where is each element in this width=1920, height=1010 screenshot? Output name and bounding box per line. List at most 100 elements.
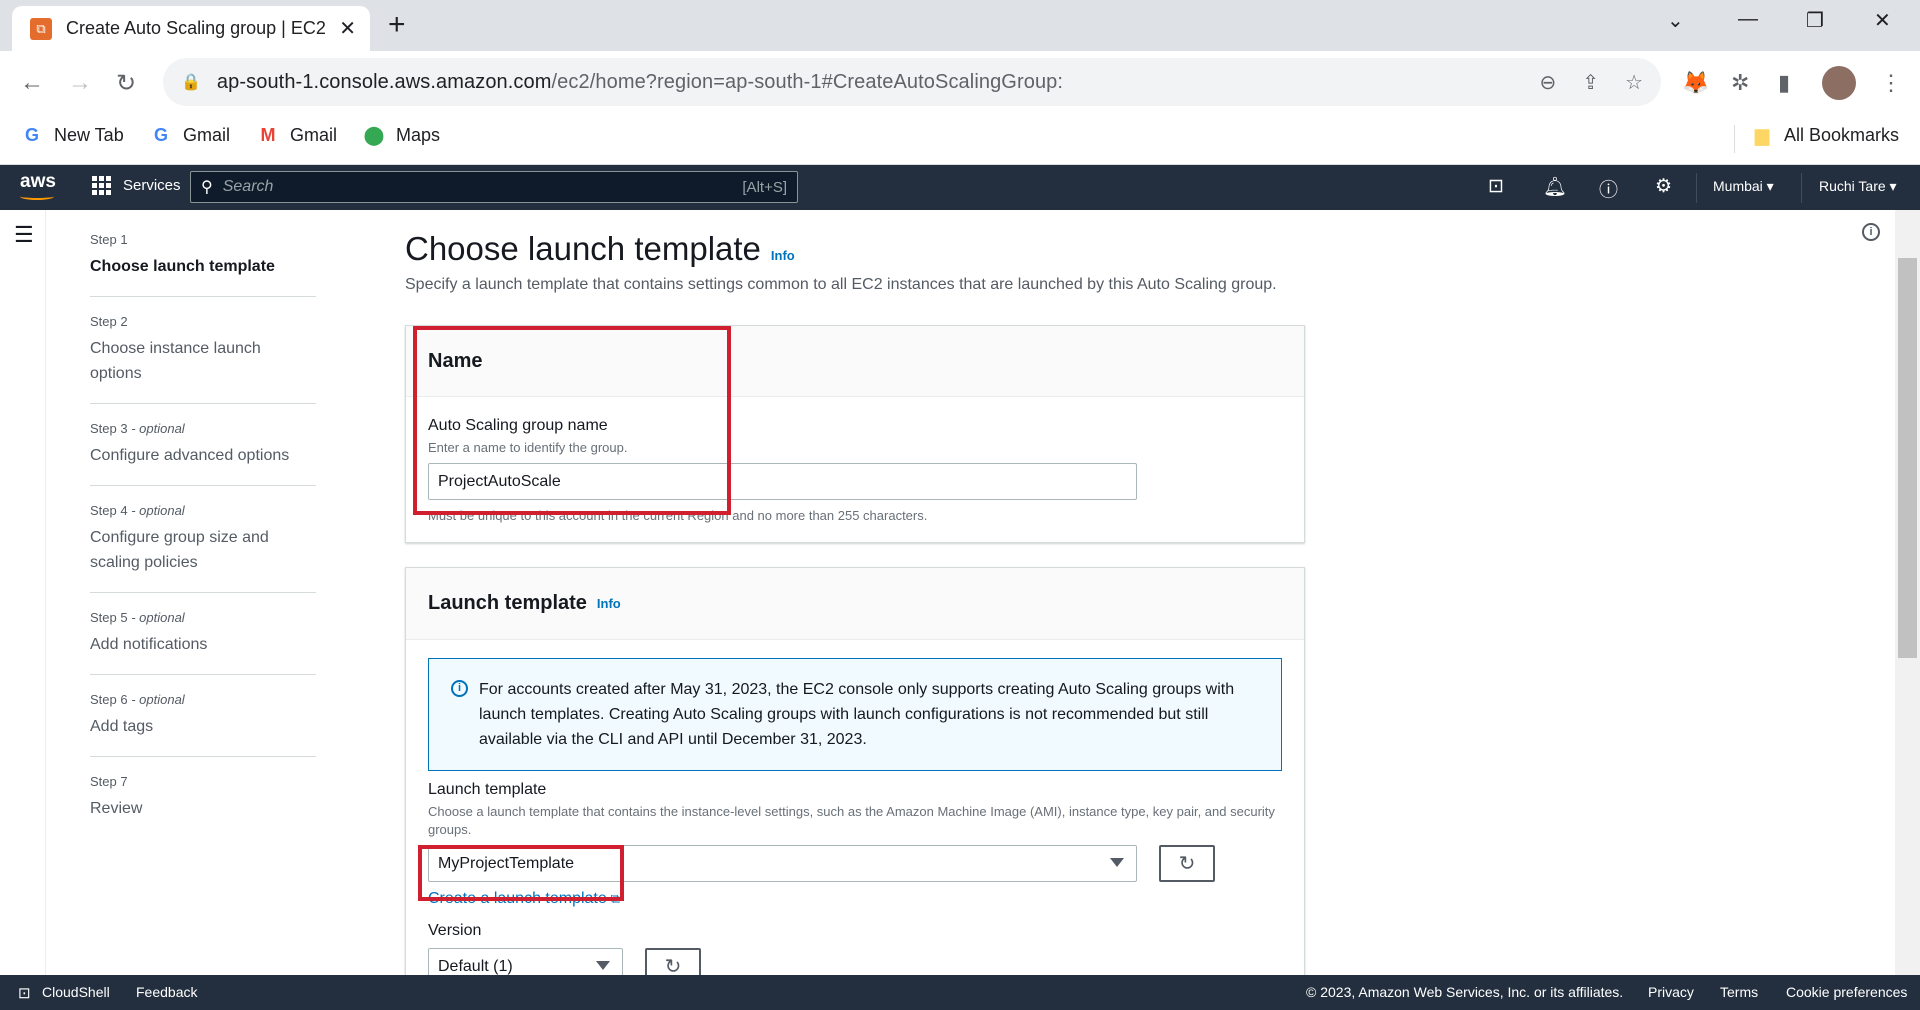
- wizard-steps: Step 1 Choose launch template Step 2 Cho…: [90, 232, 316, 855]
- step-number: Step 7: [90, 774, 128, 789]
- help-panel-info-icon[interactable]: i: [1862, 223, 1880, 241]
- launch-config-info-alert: i For accounts created after May 31, 202…: [428, 658, 1282, 771]
- step-number: Step 1: [90, 232, 128, 247]
- side-panel-icon[interactable]: ▮: [1778, 70, 1790, 96]
- search-placeholder: Search: [222, 178, 274, 195]
- step-number: Step 2: [90, 314, 128, 329]
- google-icon: G: [153, 125, 168, 145]
- page-title: Choose launch template: [405, 230, 761, 267]
- step-number: Step 5 - optional: [90, 610, 185, 625]
- wizard-step-6[interactable]: Step 6 - optional Add tags: [90, 692, 316, 757]
- cookie-preferences-link[interactable]: Cookie preferences: [1786, 984, 1907, 1000]
- step-title: Configure advanced options: [90, 447, 290, 464]
- url-host: ap-south-1.console.aws.amazon.com: [216, 70, 552, 93]
- bookmark-gmail-2[interactable]: M Gmail: [258, 125, 338, 146]
- side-nav-divider: [45, 210, 46, 975]
- services-menu[interactable]: Services: [92, 176, 181, 195]
- cloudshell-icon[interactable]: ⊡: [1488, 175, 1504, 198]
- step-number: Step 6 - optional: [90, 692, 185, 707]
- privacy-link[interactable]: Privacy: [1648, 984, 1694, 1000]
- bookmark-maps[interactable]: ⬤ Maps: [364, 125, 440, 146]
- highlight-box-template: [418, 845, 624, 901]
- selected-version: Default (1): [438, 957, 513, 975]
- settings-gear-icon[interactable]: ⚙: [1655, 175, 1672, 198]
- share-icon[interactable]: ⇪: [1582, 70, 1599, 95]
- refresh-icon: ↻: [1178, 853, 1196, 875]
- bookmark-star-icon[interactable]: ☆: [1625, 70, 1643, 95]
- forward-icon[interactable]: →: [68, 69, 92, 97]
- search-shortcut: [Alt+S]: [742, 178, 787, 196]
- launch-panel-info-link[interactable]: Info: [597, 596, 621, 611]
- services-grid-icon: [92, 176, 111, 195]
- new-tab-button[interactable]: +: [388, 8, 406, 42]
- tab-search-chevron-icon[interactable]: ⌄: [1667, 8, 1684, 33]
- wizard-step-7[interactable]: Step 7 Review: [90, 774, 316, 838]
- step-title: Review: [90, 800, 143, 817]
- browser-tab[interactable]: ⧉ Create Auto Scaling group | EC2 ✕: [12, 6, 370, 51]
- side-nav-toggle-icon[interactable]: ☰: [14, 222, 34, 248]
- browser-tab-bar: ⧉ Create Auto Scaling group | EC2 ✕ + ⌄ …: [0, 0, 1920, 51]
- region-selector[interactable]: Mumbai ▾: [1713, 178, 1774, 195]
- step-title: Choose instance launch options: [90, 340, 261, 382]
- aws-footer: ⊡ CloudShell Feedback © 2023, Amazon Web…: [0, 975, 1920, 1010]
- url-path: /ec2/home?region=ap-south-1#CreateAutoSc…: [551, 70, 1064, 93]
- wizard-step-3[interactable]: Step 3 - optional Configure advanced opt…: [90, 421, 316, 486]
- cloudshell-link[interactable]: CloudShell: [42, 984, 110, 1000]
- account-menu[interactable]: Ruchi Tare ▾: [1819, 178, 1897, 195]
- step-number: Step 3 - optional: [90, 421, 185, 436]
- refresh-templates-button[interactable]: ↻: [1159, 845, 1215, 882]
- copyright-text: © 2023, Amazon Web Services, Inc. or its…: [1306, 984, 1624, 1000]
- all-bookmarks[interactable]: ▆ All Bookmarks: [1752, 125, 1899, 146]
- terms-link[interactable]: Terms: [1720, 984, 1758, 1000]
- step-title: Choose launch template: [90, 258, 275, 275]
- bookmark-label: New Tab: [54, 125, 124, 145]
- aws-logo-smile: [20, 193, 54, 200]
- restore-icon[interactable]: ❐: [1806, 8, 1824, 33]
- back-icon[interactable]: ←: [20, 69, 44, 97]
- launch-panel-title: Launch template: [428, 592, 587, 614]
- nav-divider: [1696, 173, 1697, 203]
- page-info-link[interactable]: Info: [771, 248, 795, 263]
- step-number: Step 4 - optional: [90, 503, 185, 518]
- wizard-step-4[interactable]: Step 4 - optional Configure group size a…: [90, 503, 316, 593]
- bookmark-new-tab[interactable]: G New Tab: [22, 125, 124, 146]
- address-bar[interactable]: 🔒 ap-south-1.console.aws.amazon.com/ec2/…: [163, 58, 1661, 106]
- cloudshell-footer-icon: ⊡: [18, 985, 31, 1002]
- folder-icon: ▆: [1755, 125, 1769, 145]
- scrollbar-thumb[interactable]: [1898, 258, 1917, 658]
- minimize-icon[interactable]: —: [1738, 8, 1758, 31]
- reload-icon[interactable]: ↻: [116, 69, 136, 98]
- wizard-step-2[interactable]: Step 2 Choose instance launch options: [90, 314, 316, 404]
- dropdown-caret-icon: [1110, 858, 1124, 867]
- aws-logo[interactable]: aws: [20, 171, 56, 193]
- lock-icon[interactable]: 🔒: [181, 72, 201, 92]
- launch-template-label: Launch template: [428, 781, 547, 798]
- tab-title: Create Auto Scaling group | EC2: [66, 18, 326, 38]
- bookmark-label: Gmail: [183, 125, 231, 145]
- profile-avatar[interactable]: [1822, 66, 1856, 100]
- bookmark-label: Gmail: [290, 125, 338, 145]
- extensions-icon[interactable]: ✲: [1731, 70, 1749, 96]
- browser-menu-icon[interactable]: ⋮: [1880, 70, 1902, 96]
- info-icon: i: [451, 680, 468, 697]
- step-title: Add notifications: [90, 636, 208, 653]
- step-title: Configure group size and scaling policie…: [90, 529, 269, 571]
- aws-search-input[interactable]: ⚲ Search [Alt+S]: [190, 171, 798, 203]
- wizard-step-5[interactable]: Step 5 - optional Add notifications: [90, 610, 316, 675]
- feedback-link[interactable]: Feedback: [136, 984, 197, 1000]
- gmail-icon: M: [260, 125, 276, 145]
- launch-template-hint: Choose a launch template that contains t…: [428, 804, 1275, 837]
- close-window-icon[interactable]: ✕: [1874, 8, 1891, 33]
- metamask-icon[interactable]: 🦊: [1682, 70, 1709, 96]
- google-icon: G: [24, 125, 39, 145]
- tab-close-icon[interactable]: ✕: [339, 16, 356, 41]
- zoom-icon[interactable]: ⊖: [1540, 70, 1557, 95]
- maps-pin-icon: ⬤: [363, 125, 385, 145]
- wizard-step-1[interactable]: Step 1 Choose launch template: [90, 232, 316, 297]
- bookmarks-bar: G New Tab G Gmail M Gmail ⬤ Maps ▆ All B…: [0, 115, 1920, 165]
- bookmark-label: Maps: [396, 125, 441, 145]
- aws-top-nav: aws Services ⚲ Search [Alt+S] ⊡ 🔔︎ ⓘ ⚙ M…: [0, 165, 1920, 210]
- bookmark-gmail-1[interactable]: G Gmail: [151, 125, 230, 146]
- notifications-bell-icon[interactable]: 🔔︎: [1543, 175, 1567, 199]
- help-icon[interactable]: ⓘ: [1599, 175, 1618, 202]
